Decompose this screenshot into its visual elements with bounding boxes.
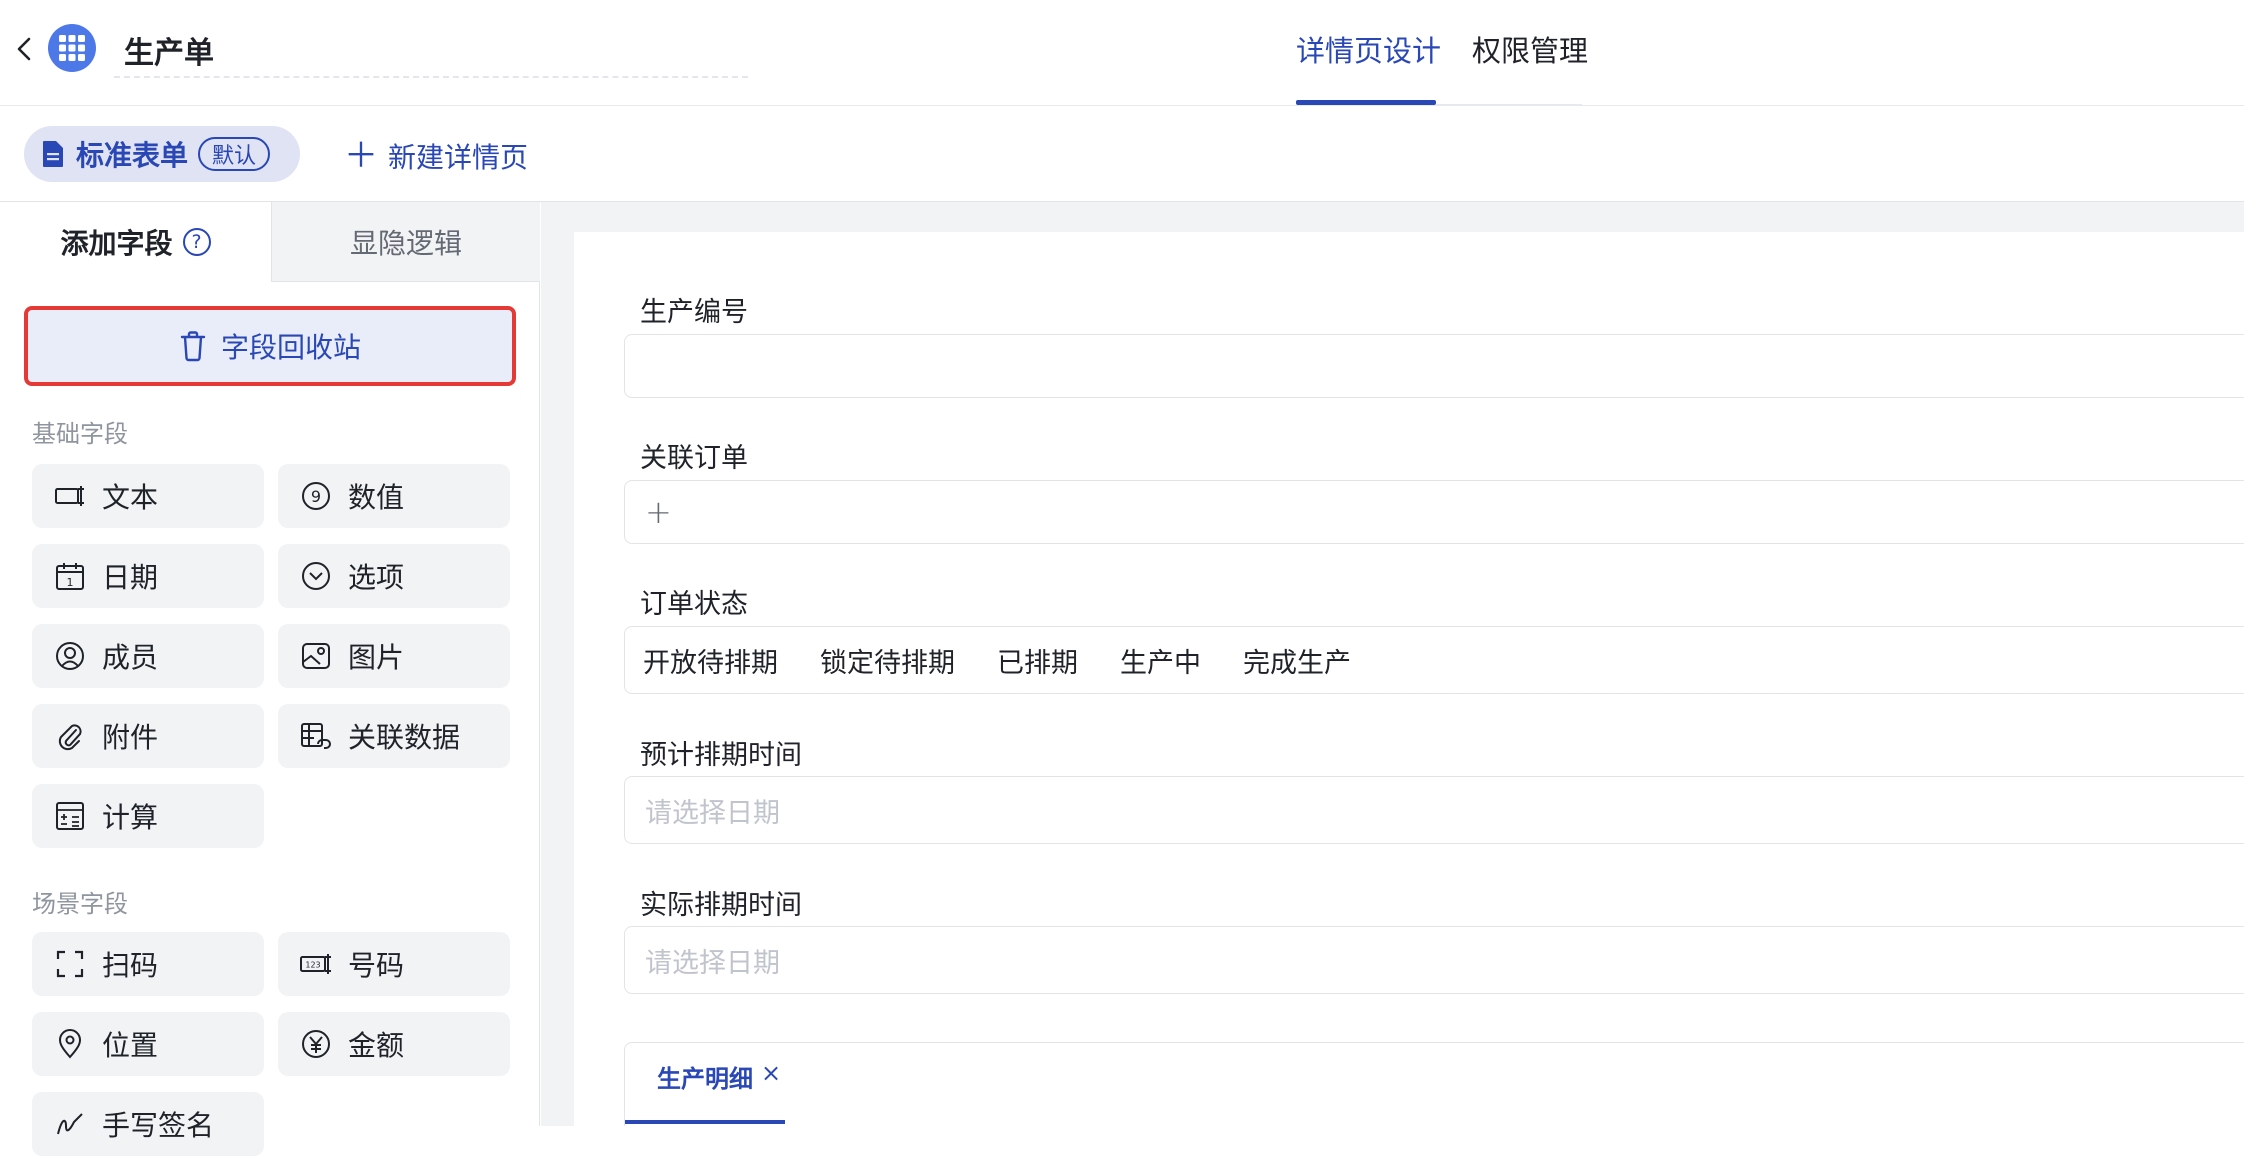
date-placeholder: 请选择日期	[645, 947, 780, 979]
field-label: 手写签名	[102, 1109, 215, 1142]
form-title[interactable]: 生产单	[124, 28, 214, 72]
field-location-button[interactable]: 位置	[32, 1012, 264, 1076]
field-label: 文本	[102, 481, 159, 514]
number-code-icon: 123	[300, 954, 331, 974]
status-option[interactable]: 完成生产	[1243, 641, 1351, 680]
document-icon	[43, 141, 63, 167]
field-label-production-no: 生产编号	[640, 297, 748, 328]
svg-text:9: 9	[311, 487, 321, 506]
field-label: 附件	[102, 721, 159, 754]
field-label: 图片	[348, 641, 405, 674]
tab-visibility-logic[interactable]: 显隐逻辑	[272, 202, 540, 282]
signature-icon	[57, 1113, 83, 1135]
image-icon	[302, 643, 330, 669]
field-scan-button[interactable]: 扫码	[32, 932, 264, 996]
field-calculation-button[interactable]: 计算	[32, 784, 264, 848]
field-number-button[interactable]: 9 数值	[278, 464, 510, 528]
standard-form-label: 标准表单	[76, 139, 189, 172]
panel-tabs: 添加字段 ? 显隐逻辑	[0, 202, 540, 282]
sub-table-tab-production-detail[interactable]: 生产明细	[657, 1059, 753, 1094]
field-label: 选项	[348, 561, 405, 594]
status-option[interactable]: 生产中	[1120, 641, 1201, 680]
field-recycle-bin-button[interactable]: 字段回收站	[24, 306, 516, 386]
app-grid-icon	[48, 24, 96, 72]
plus-icon: ＋	[344, 136, 378, 176]
basic-fields-heading: 基础字段	[32, 420, 128, 448]
field-option-button[interactable]: 选项	[278, 544, 510, 608]
actual-schedule-date-input[interactable]: 请选择日期	[624, 926, 2244, 994]
standard-form-tab[interactable]: 标准表单 默认	[24, 126, 300, 182]
sub-table-container: 生产明细 ×	[624, 1042, 2244, 1126]
scene-fields-heading: 场景字段	[32, 890, 128, 918]
new-detail-page-label: 新建详情页	[388, 141, 529, 174]
field-number-code-button[interactable]: 123 号码	[278, 932, 510, 996]
tab-divider	[1436, 104, 1582, 105]
field-label: 扫码	[102, 949, 159, 982]
detail-page-toolbar: 标准表单 默认 ＋ 新建详情页	[0, 106, 2244, 202]
field-linked-data-button[interactable]: 关联数据	[278, 704, 510, 768]
currency-yuan-icon	[302, 1030, 330, 1058]
number-icon: 9	[302, 482, 330, 510]
svg-text:123: 123	[305, 961, 320, 970]
sub-table-tab-indicator	[625, 1120, 785, 1124]
field-label: 关联数据	[348, 721, 461, 754]
field-date-button[interactable]: 1 日期	[32, 544, 264, 608]
close-icon[interactable]: ×	[761, 1059, 781, 1087]
field-label-actual-schedule: 实际排期时间	[640, 890, 802, 921]
field-label-planned-schedule: 预计排期时间	[640, 740, 802, 771]
active-tab-indicator	[1296, 100, 1436, 105]
field-signature-button[interactable]: 手写签名	[32, 1092, 264, 1156]
field-label: 位置	[102, 1029, 159, 1062]
date-placeholder: 请选择日期	[645, 797, 780, 829]
order-status-options: 开放待排期 锁定待排期 已排期 生产中 完成生产	[624, 626, 2244, 694]
text-field-icon	[55, 486, 84, 506]
paperclip-icon	[58, 724, 82, 751]
field-text-button[interactable]: 文本	[32, 464, 264, 528]
tab-add-field[interactable]: 添加字段 ?	[0, 202, 272, 282]
calculator-icon	[56, 802, 84, 830]
linked-data-icon	[301, 723, 331, 749]
field-amount-button[interactable]: 金额	[278, 1012, 510, 1076]
linked-order-input[interactable]: +	[624, 480, 2244, 544]
field-label: 计算	[102, 801, 159, 834]
field-label: 日期	[102, 561, 159, 594]
scan-icon	[56, 950, 84, 978]
field-label: 号码	[348, 949, 405, 982]
field-image-button[interactable]: 图片	[278, 624, 510, 688]
svg-text:1: 1	[67, 576, 74, 589]
field-label: 数值	[348, 481, 405, 514]
trash-icon	[180, 331, 206, 362]
help-icon[interactable]: ?	[182, 228, 211, 256]
recycle-bin-label: 字段回收站	[220, 331, 361, 364]
field-attachment-button[interactable]: 附件	[32, 704, 264, 768]
dropdown-icon	[302, 562, 330, 590]
field-member-button[interactable]: 成员	[32, 624, 264, 688]
planned-schedule-date-input[interactable]: 请选择日期	[624, 776, 2244, 844]
calendar-icon: 1	[56, 563, 84, 590]
status-option[interactable]: 锁定待排期	[820, 641, 955, 680]
member-icon	[56, 642, 84, 670]
production-no-input[interactable]	[624, 334, 2244, 398]
back-chevron-icon[interactable]	[12, 34, 36, 64]
tab-detail-page-design[interactable]: 详情页设计	[1296, 28, 1441, 70]
field-label: 成员	[102, 641, 159, 674]
title-edit-underline	[114, 76, 748, 78]
location-icon	[58, 1029, 82, 1059]
field-label-linked-order: 关联订单	[640, 443, 748, 474]
status-option[interactable]: 已排期	[997, 641, 1078, 680]
status-option[interactable]: 开放待排期	[643, 641, 778, 680]
field-label-order-status: 订单状态	[640, 589, 748, 620]
tab-add-field-label: 添加字段	[60, 227, 173, 260]
add-linked-order-icon[interactable]: +	[645, 493, 672, 531]
top-bar: 生产单 详情页设计 权限管理	[0, 0, 2244, 106]
tab-permission-management[interactable]: 权限管理	[1472, 28, 1588, 70]
default-badge: 默认	[198, 137, 271, 171]
new-detail-page-button[interactable]: ＋ 新建详情页	[344, 136, 528, 176]
field-label: 金额	[348, 1029, 405, 1062]
